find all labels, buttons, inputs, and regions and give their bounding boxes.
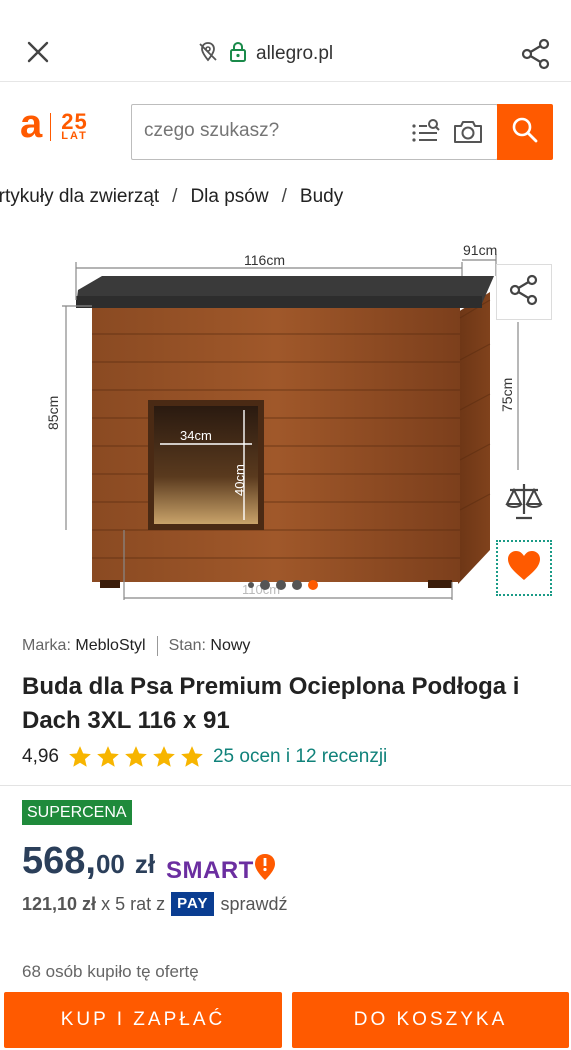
camera-icon[interactable] [452,116,484,148]
gallery-dot[interactable] [276,580,286,590]
price-integer: 568, [22,840,96,882]
close-icon[interactable] [22,36,54,68]
gallery-dot[interactable] [248,582,254,588]
gallery-dot[interactable] [292,580,302,590]
anniversary-text: LAT [61,129,88,142]
dimension-width: 116cm [244,252,285,268]
brand-label: Marka: [22,637,71,654]
product-title: Buda dla Psa Premium Ocieplona Podłoga i… [22,673,520,734]
dimension-depth: 91cm [463,242,497,258]
gallery-dot[interactable] [260,580,270,590]
allegro-logo[interactable]: a 25 LAT [20,104,88,144]
url-text: allegro.pl [256,43,334,64]
supercena-badge: SUPERCENA [22,800,132,825]
breadcrumb-separator: / [172,186,178,207]
scales-icon [502,478,546,527]
condition-value: Nowy [210,637,251,654]
gallery-dot-active[interactable] [308,580,318,590]
share-product-button[interactable] [496,264,552,320]
logo-divider [50,113,52,141]
anniversary-mark: 25 LAT [61,109,88,142]
product-meta: Marka: MebloStyl Stan: Nowy [22,636,250,656]
star-icon [69,746,91,767]
bought-count: 68 osób kupiło tę ofertę [22,962,199,981]
favorite-button[interactable] [496,540,552,596]
lock-icon [228,40,248,69]
installment-amount: 121,10 zł [22,893,97,914]
dimension-door-height: 40cm [232,464,247,496]
dimension-height-front: 85cm [45,396,61,430]
filter-icon[interactable] [410,117,440,147]
smart-badge[interactable]: SMART [166,853,276,888]
search-button[interactable] [497,104,553,160]
smart-label: SMART [166,856,254,884]
search-field[interactable] [131,104,498,160]
section-divider [0,785,571,786]
breadcrumb-item-kennels[interactable]: Budy [300,186,343,208]
star-icon [153,746,175,767]
brand-value[interactable]: MebloStyl [75,637,145,655]
condition-label: Stan: [168,637,206,654]
breadcrumb-separator: / [281,186,287,207]
search-icon [510,115,540,150]
allegro-pay-badge: PAY [171,892,215,916]
address-bar[interactable]: allegro.pl [196,38,333,70]
meta-divider [156,636,158,656]
rating-value: 4,96 [22,746,59,767]
breadcrumb-item-dogs[interactable]: Dla psów [190,186,268,208]
star-icon [97,746,119,767]
heart-icon [506,549,542,588]
smart-pin-icon [254,853,276,888]
add-to-cart-button[interactable]: DO KOSZYKA [292,992,569,1048]
reviews-link[interactable]: 25 ocen i 12 recenzji [213,746,387,768]
dimension-door-width: 34cm [180,428,212,443]
gallery-pagination [248,580,318,590]
compare-button[interactable] [496,474,552,530]
star-icon [181,746,203,767]
breadcrumb: Artykuły dla zwierząt / Dla psów / Budy [0,186,571,214]
dimension-height-back: 75cm [499,378,515,412]
product-image[interactable]: 116cm 91cm 85cm 75cm 34cm 40cm 84cm 110c… [0,230,571,610]
share-icon[interactable] [518,36,554,72]
logo-letter: a [20,102,43,146]
installment-text: x 5 rat z [101,893,166,914]
search-input[interactable] [144,120,404,142]
star-icon [125,746,147,767]
buy-now-button[interactable]: KUP I ZAPŁAĆ [4,992,282,1048]
price-currency: zł [134,849,156,879]
rating-stars [67,744,205,770]
breadcrumb-item-pets[interactable]: Artykuły dla zwierząt [0,186,159,208]
check-installments-link[interactable]: sprawdź [220,894,287,915]
installments-row: 121,10 zł x 5 rat z PAY sprawdź [22,892,288,916]
rating-row[interactable]: 4,96 25 ocen i 12 recenzji [22,744,387,770]
price-decimal: 00 [95,849,125,879]
share-icon [506,272,542,313]
price: 568, 00 zł [22,840,155,883]
anniversary-number: 25 [61,109,88,135]
location-off-icon [196,40,220,69]
